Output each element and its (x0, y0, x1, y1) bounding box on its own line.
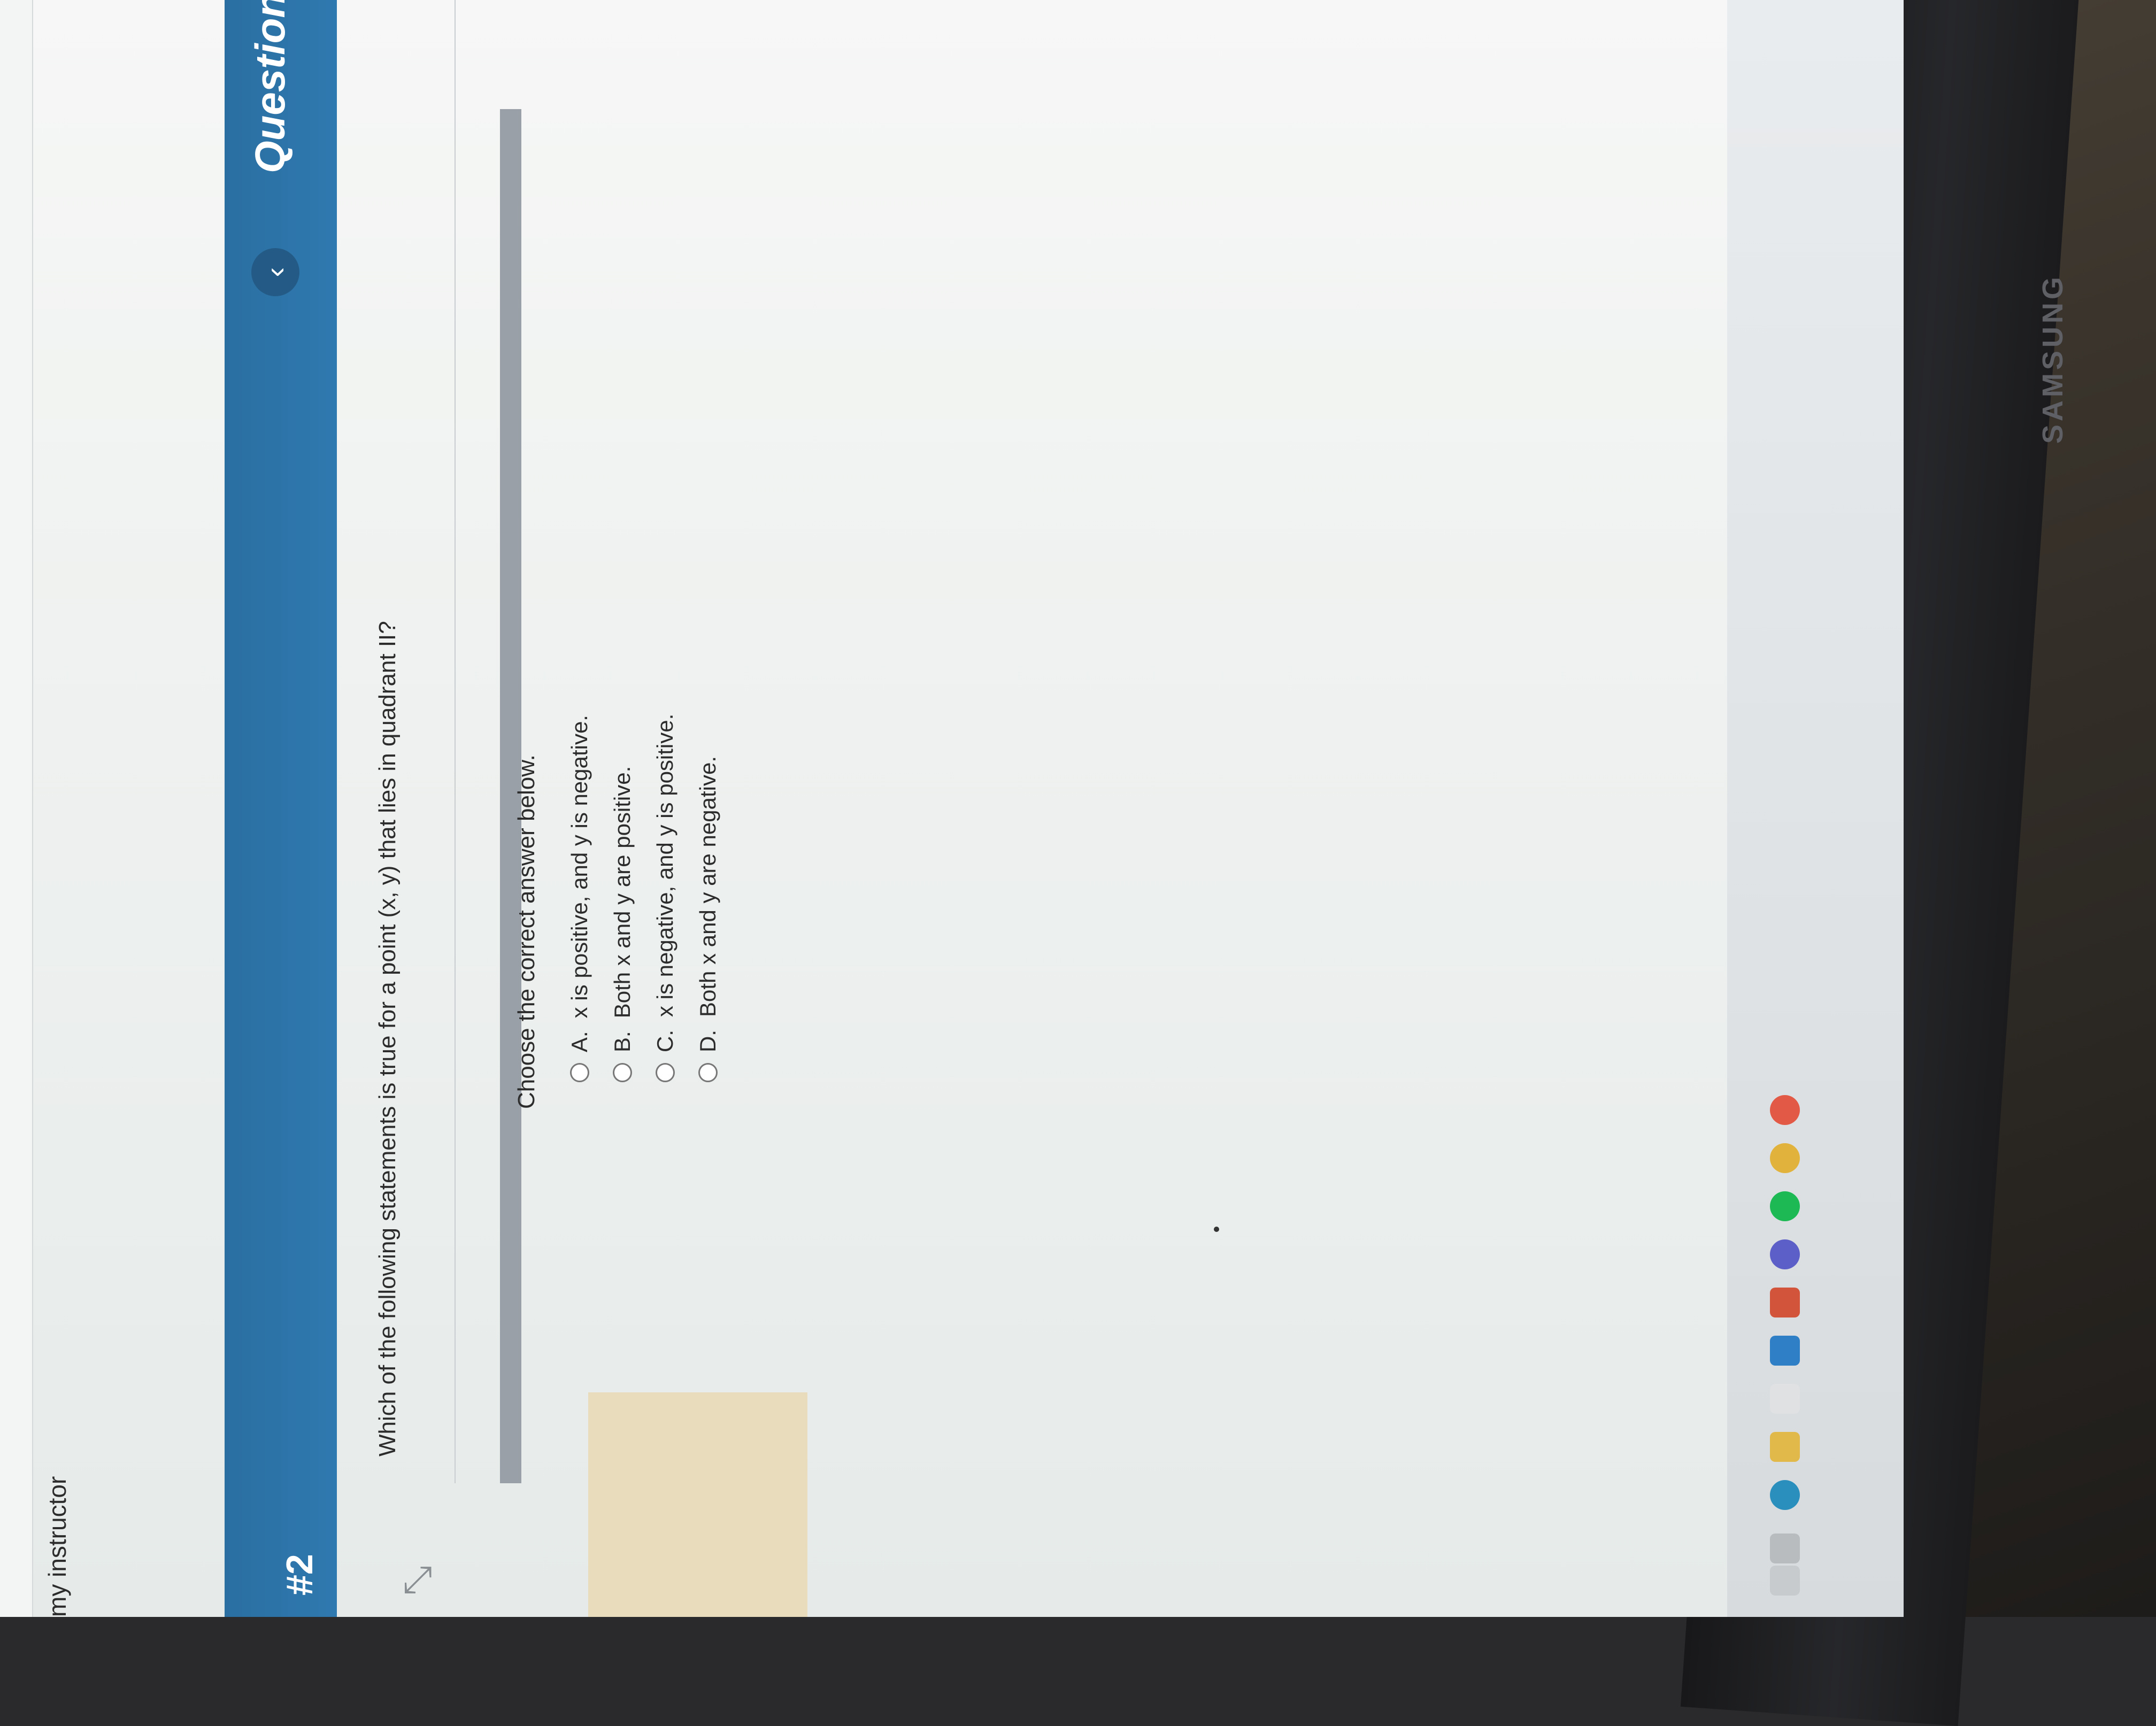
chevron-left-icon: ‹ (258, 267, 292, 278)
question-number: #2 (279, 1554, 320, 1596)
choice-text: x is negative, and y is positive. (652, 713, 677, 1017)
previous-question-button[interactable]: ‹ (251, 248, 299, 296)
radio-button[interactable] (613, 1063, 632, 1082)
choice-b[interactable]: B. Both x and y are positive. (610, 766, 635, 1082)
choice-text: x is positive, and y is negative. (567, 715, 592, 1019)
file-explorer-icon[interactable] (1770, 1432, 1800, 1462)
expand-arrows-icon[interactable]: ⤡ (396, 1566, 440, 1596)
extra-app-icon[interactable] (1770, 1095, 1800, 1125)
choice-text: Both x and y are positive. (610, 766, 635, 1019)
search-icon[interactable] (1770, 1566, 1800, 1596)
task-view-icon[interactable] (1770, 1534, 1800, 1563)
question-header-bar (225, 0, 337, 1617)
mail-icon[interactable] (1770, 1336, 1800, 1366)
choice-d[interactable]: D. Both x and y are negative. (695, 756, 721, 1082)
radio-button[interactable] (656, 1063, 675, 1082)
choice-c[interactable]: C. x is negative, and y is positive. (652, 714, 678, 1082)
screen: my instructor #2 ‹ Question 2, 2 ⤡ Which… (0, 0, 1904, 1617)
question-title: Question 2, 2 (247, 0, 294, 173)
monitor-brand-logo: SAMSUNG (2037, 273, 2069, 444)
question-divider (455, 0, 456, 1483)
choice-text: Both x and y are negative. (695, 756, 720, 1017)
choice-letter: A. (567, 1031, 592, 1052)
choice-letter: C. (652, 1030, 677, 1052)
browser-top-edge (0, 0, 33, 1617)
spotify-icon[interactable] (1770, 1191, 1800, 1221)
taskbar (1727, 0, 1904, 1617)
edge-icon[interactable] (1770, 1480, 1800, 1510)
radio-button[interactable] (570, 1063, 589, 1082)
mouse-cursor (1214, 1227, 1219, 1232)
choice-letter: D. (695, 1030, 720, 1052)
choice-letter: B. (610, 1031, 635, 1052)
ask-instructor-link[interactable]: my instructor (43, 1476, 72, 1617)
store-icon[interactable] (1770, 1384, 1800, 1414)
left-panel-strip (588, 1392, 807, 1617)
answer-instruction: Choose the correct answer below. (513, 754, 540, 1109)
chrome-icon[interactable] (1770, 1143, 1800, 1173)
radio-button[interactable] (698, 1063, 718, 1082)
choice-a[interactable]: A. x is positive, and y is negative. (567, 715, 592, 1082)
office-icon[interactable] (1770, 1288, 1800, 1317)
teams-icon[interactable] (1770, 1239, 1800, 1269)
question-text: Which of the following statements is tru… (374, 621, 401, 1457)
